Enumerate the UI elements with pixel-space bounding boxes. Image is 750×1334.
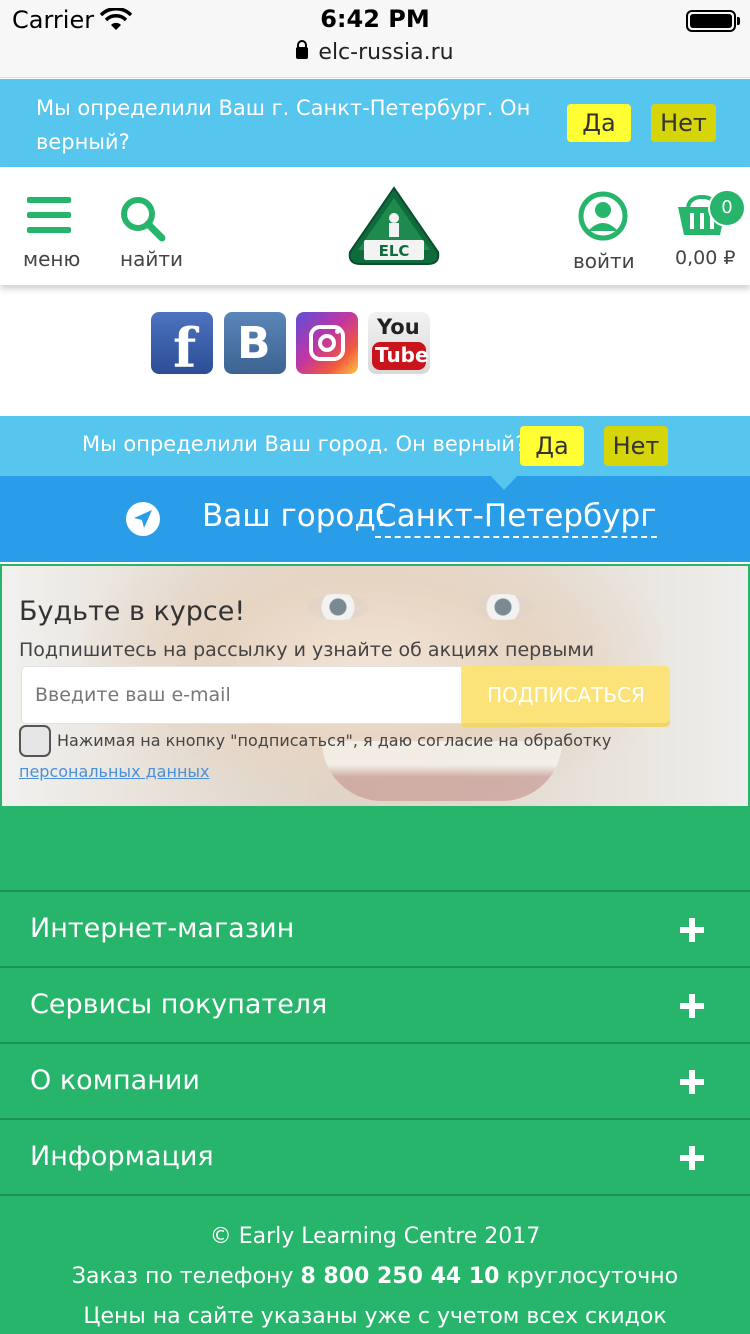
logo-text: ELC (379, 242, 410, 260)
user-icon[interactable] (578, 191, 628, 241)
consent-text: Нажимая на кнопку "подписаться", я даю с… (57, 731, 612, 750)
city-confirm-yes-button[interactable]: Да (520, 426, 584, 466)
newsletter-subtitle: Подпишитесь на рассылку и узнайте об акц… (19, 639, 595, 661)
battery-icon (686, 10, 740, 32)
site-header: меню найти ELC войти 0 0,00 ₽ (0, 167, 750, 285)
phone-line: Заказ по телефону 8 800 250 44 10 кругло… (0, 1264, 750, 1289)
menu-icon[interactable] (27, 197, 71, 242)
elc-logo[interactable]: ELC (346, 184, 442, 268)
city-yes-button[interactable]: Да (567, 104, 631, 142)
plus-icon (680, 1146, 704, 1170)
youtube-icon[interactable]: You Tube (368, 312, 430, 374)
cart-count-badge: 0 (708, 189, 746, 227)
city-name-link[interactable]: Санкт-Петербург (375, 498, 657, 538)
city-detect-banner: Мы определили Ваш г. Санкт-Петербург. Он… (0, 79, 750, 167)
footer-section-label: О компании (30, 1065, 200, 1096)
search-label[interactable]: найти (120, 247, 183, 271)
instagram-icon[interactable] (296, 312, 358, 374)
plus-icon (680, 1070, 704, 1094)
lock-icon (296, 40, 309, 59)
menu-label[interactable]: меню (23, 247, 80, 271)
phone-prefix: Заказ по телефону (71, 1264, 294, 1289)
city-confirm-text: Мы определили Ваш город. Он верный? (82, 432, 527, 456)
plus-icon (680, 918, 704, 942)
prices-note: Цены на сайте указаны уже с учетом всех … (83, 1304, 667, 1329)
current-city-bar: Ваш город: Санкт-Петербург (0, 475, 750, 562)
cart-total[interactable]: 0,00 ₽ (675, 247, 735, 269)
city-label: Ваш город: (202, 498, 387, 534)
newsletter-title: Будьте в курсе! (19, 596, 246, 627)
city-no-button[interactable]: Нет (651, 104, 716, 142)
address-bar[interactable]: elc-russia.ru (0, 40, 750, 65)
copyright-text: © Early Learning Centre 2017 (209, 1224, 541, 1249)
facebook-icon[interactable]: f (151, 312, 213, 380)
phone-number[interactable]: 8 800 250 44 10 (300, 1264, 499, 1289)
personal-data-link[interactable]: персональных данных (19, 762, 210, 781)
login-label[interactable]: войти (573, 249, 635, 273)
vkontakte-icon[interactable]: B (224, 312, 286, 374)
footer-section-label: Интернет-магазин (30, 913, 295, 944)
city-detect-text: Мы определили Ваш г. Санкт-Петербург. Он… (36, 96, 531, 154)
email-field[interactable] (21, 666, 462, 724)
status-bar: Carrier 6:42 PM elc-russia.ru (0, 0, 750, 78)
city-confirm-bar: Мы определили Ваш город. Он верный? Да Н… (0, 416, 750, 476)
footer-section-company[interactable]: О компании (0, 1042, 750, 1118)
city-confirm-no-button[interactable]: Нет (604, 426, 668, 466)
clock: 6:42 PM (320, 5, 430, 33)
footer-section-info[interactable]: Информация (0, 1118, 750, 1196)
url-text: elc-russia.ru (318, 40, 454, 65)
footer-section-label: Информация (30, 1141, 214, 1172)
location-arrow-icon (126, 502, 160, 536)
search-icon[interactable] (118, 194, 168, 244)
consent-checkbox[interactable] (19, 725, 51, 757)
site-footer: Интернет-магазин Сервисы покупателя О ко… (0, 808, 750, 1334)
footer-section-services[interactable]: Сервисы покупателя (0, 966, 750, 1042)
footer-section-shop[interactable]: Интернет-магазин (0, 890, 750, 966)
plus-icon (680, 994, 704, 1018)
newsletter-section: Будьте в курсе! Подпишитесь на рассылку … (0, 564, 750, 808)
subscribe-button[interactable]: ПОДПИСАТЬСЯ (462, 666, 670, 723)
phone-suffix: круглосуточно (506, 1264, 679, 1289)
footer-section-label: Сервисы покупателя (30, 989, 328, 1020)
